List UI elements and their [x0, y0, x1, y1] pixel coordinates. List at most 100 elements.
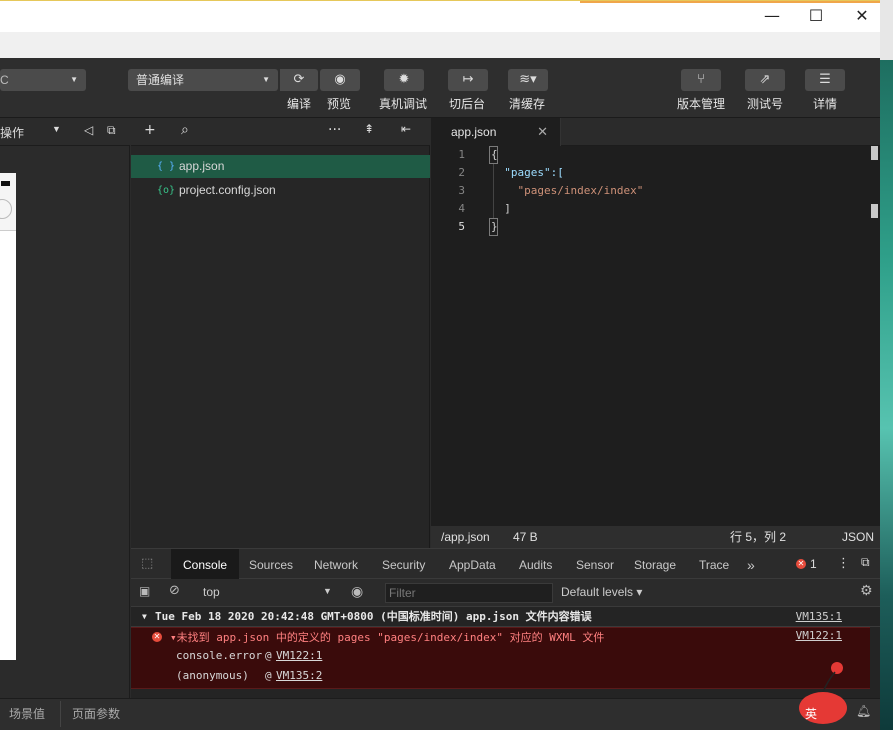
tab-audits[interactable]: Audits	[519, 549, 552, 579]
background-button[interactable]: ↦	[448, 69, 488, 91]
close-tab-icon[interactable]: ✕	[537, 118, 548, 146]
version-manage-label: 版本管理	[677, 97, 726, 111]
settings-gear-icon[interactable]: ⚙	[860, 583, 873, 599]
language-mode[interactable]: JSON	[842, 526, 874, 548]
title-accent-line	[580, 1, 880, 3]
stack-source-link[interactable]: VM135:2	[276, 669, 322, 682]
clear-cache-button[interactable]: ≋▾	[508, 69, 548, 91]
error-message[interactable]: ▾未找到 app.json 中的定义的 pages "pages/index/i…	[170, 629, 604, 645]
chevron-down-icon[interactable]: ▼	[323, 586, 332, 596]
tab-network[interactable]: Network	[314, 549, 358, 579]
file-item[interactable]: {o} project.config.json	[131, 179, 430, 202]
code-line: "pages/index/index"	[491, 184, 644, 197]
collapse-icon[interactable]: ⇤	[401, 122, 411, 136]
tab-trace[interactable]: Trace	[699, 549, 729, 579]
file-name: app.json	[179, 159, 225, 173]
details-button[interactable]: ☰	[805, 69, 845, 91]
remote-debug-label: 真机调试	[379, 97, 428, 111]
version-manage-button[interactable]: ⑂	[681, 69, 721, 91]
code-area[interactable]: 1 2 3 4 5 { "pages":[ "pages/index/index…	[431, 146, 880, 526]
main-toolbar: C ▼ 普通编译 ▼ ⟳ ◉ ✹ ↦ ≋▾ ⑂ ⇗ ☰ 编译 预览 真机调试 切后…	[0, 58, 880, 118]
line-number: 5	[458, 220, 465, 233]
chevron-down-icon: ▼	[70, 75, 78, 84]
stack-source-link[interactable]: VM122:1	[276, 649, 322, 662]
phone-screen[interactable]	[0, 173, 16, 660]
error-source-link[interactable]: VM122:1	[796, 629, 842, 642]
clear-console-icon[interactable]: ⊘	[169, 583, 180, 598]
branch-icon: ⑂	[697, 72, 705, 87]
ime-mascot[interactable]: 英	[797, 660, 849, 724]
error-count[interactable]: 1	[810, 557, 817, 571]
operation-label[interactable]: 操作	[0, 124, 24, 141]
at-symbol: @	[265, 649, 272, 662]
line-number: 3	[458, 184, 465, 197]
expand-arrow-icon[interactable]: ▼	[142, 607, 147, 627]
code-editor: app.json ✕ 1 2 3 4 5 { "pages":[ "pages/…	[431, 118, 880, 548]
eye-icon: ◉	[334, 72, 346, 87]
dock-icon[interactable]: ⧉	[861, 555, 870, 570]
devtools-panel: ⬚ Console Sources Network Security AppDa…	[131, 548, 880, 698]
chevron-down-icon: ▼	[262, 75, 270, 84]
file-item[interactable]: { } app.json	[131, 155, 430, 178]
remote-debug-button[interactable]: ✹	[384, 69, 424, 91]
search-icon[interactable]: ⌕	[181, 122, 189, 138]
window-icon[interactable]: ⧉	[107, 123, 116, 138]
scrollbar-thumb[interactable]	[871, 146, 878, 160]
battery-icon	[1, 181, 10, 186]
scene-value-button[interactable]: 场景值	[9, 705, 45, 722]
desktop-wallpaper	[880, 60, 893, 730]
tab-sensor[interactable]: Sensor	[576, 549, 614, 579]
code-line: ]	[491, 202, 511, 215]
error-icon: ✕	[152, 632, 162, 642]
background-label: 切后台	[449, 97, 486, 111]
divider	[60, 701, 61, 727]
compile-button[interactable]: ⟳	[280, 69, 318, 91]
file-tree-panel: + ⌕ ··· ⇞ ⇤ { } app.json {o} project.con…	[131, 118, 430, 548]
preview-label: 预览	[327, 97, 352, 111]
test-account-button[interactable]: ⇗	[745, 69, 785, 91]
capsule-button[interactable]	[0, 199, 12, 219]
log-levels-select[interactable]: Default levels ▾	[561, 585, 642, 599]
eye-icon[interactable]: ◉	[351, 583, 363, 600]
console-filter-bar: ▣ ⊘ top ▼ ◉ Filter Default levels ▾ ⚙	[131, 579, 880, 607]
context-select[interactable]: top	[203, 585, 220, 599]
close-icon[interactable]: ✕	[850, 5, 874, 27]
console-filter-input[interactable]: Filter	[385, 583, 553, 603]
more-icon[interactable]: ···	[328, 122, 341, 138]
tab-app-json[interactable]: app.json ✕	[431, 118, 561, 146]
minimize-icon[interactable]: —	[760, 5, 784, 27]
maximize-icon[interactable]: ☐	[804, 5, 828, 27]
menu-bar	[0, 32, 880, 58]
chevron-down-icon[interactable]: ▼	[52, 124, 61, 134]
sort-icon[interactable]: ⇞	[364, 122, 374, 136]
page-params-button[interactable]: 页面参数	[72, 705, 120, 722]
sidebar-toggle-icon[interactable]: ▣	[139, 584, 150, 598]
config-file-icon: {o}	[157, 185, 176, 196]
file-name: project.config.json	[179, 183, 276, 197]
kebab-menu-icon[interactable]: ⋮	[837, 555, 850, 571]
tab-console[interactable]: Console	[171, 549, 240, 579]
compile-mode-label: 普通编译	[136, 73, 185, 87]
compile-mode-select[interactable]: 普通编译 ▼	[128, 69, 278, 91]
log-group-header[interactable]: ▼ Tue Feb 18 2020 20:42:48 GMT+0800 (中国标…	[131, 607, 880, 627]
tab-appdata[interactable]: AppData	[449, 549, 496, 579]
layers-icon: ≋▾	[519, 72, 537, 87]
inspect-icon[interactable]: ⬚	[141, 556, 153, 571]
log-group-text: Tue Feb 18 2020 20:42:48 GMT+0800 (中国标准时…	[155, 610, 592, 623]
tab-label: app.json	[451, 125, 497, 139]
tab-security[interactable]: Security	[382, 549, 425, 579]
volume-icon[interactable]: ◁	[84, 123, 93, 137]
more-tabs-icon[interactable]: »	[747, 549, 755, 579]
compile-label: 编译	[287, 97, 312, 111]
bell-icon[interactable]: 🔔︎	[856, 704, 871, 718]
tab-storage[interactable]: Storage	[634, 549, 676, 579]
test-account-label: 测试号	[747, 97, 784, 111]
log-source-link[interactable]: VM135:1	[796, 607, 842, 627]
tab-sources[interactable]: Sources	[249, 549, 293, 579]
cursor-position[interactable]: 行 5，列 2	[730, 526, 786, 548]
line-number: 1	[458, 148, 465, 161]
add-icon[interactable]: +	[144, 122, 156, 138]
mode-select[interactable]: C ▼	[0, 69, 86, 91]
desktop-background	[880, 0, 893, 60]
preview-button[interactable]: ◉	[320, 69, 360, 91]
